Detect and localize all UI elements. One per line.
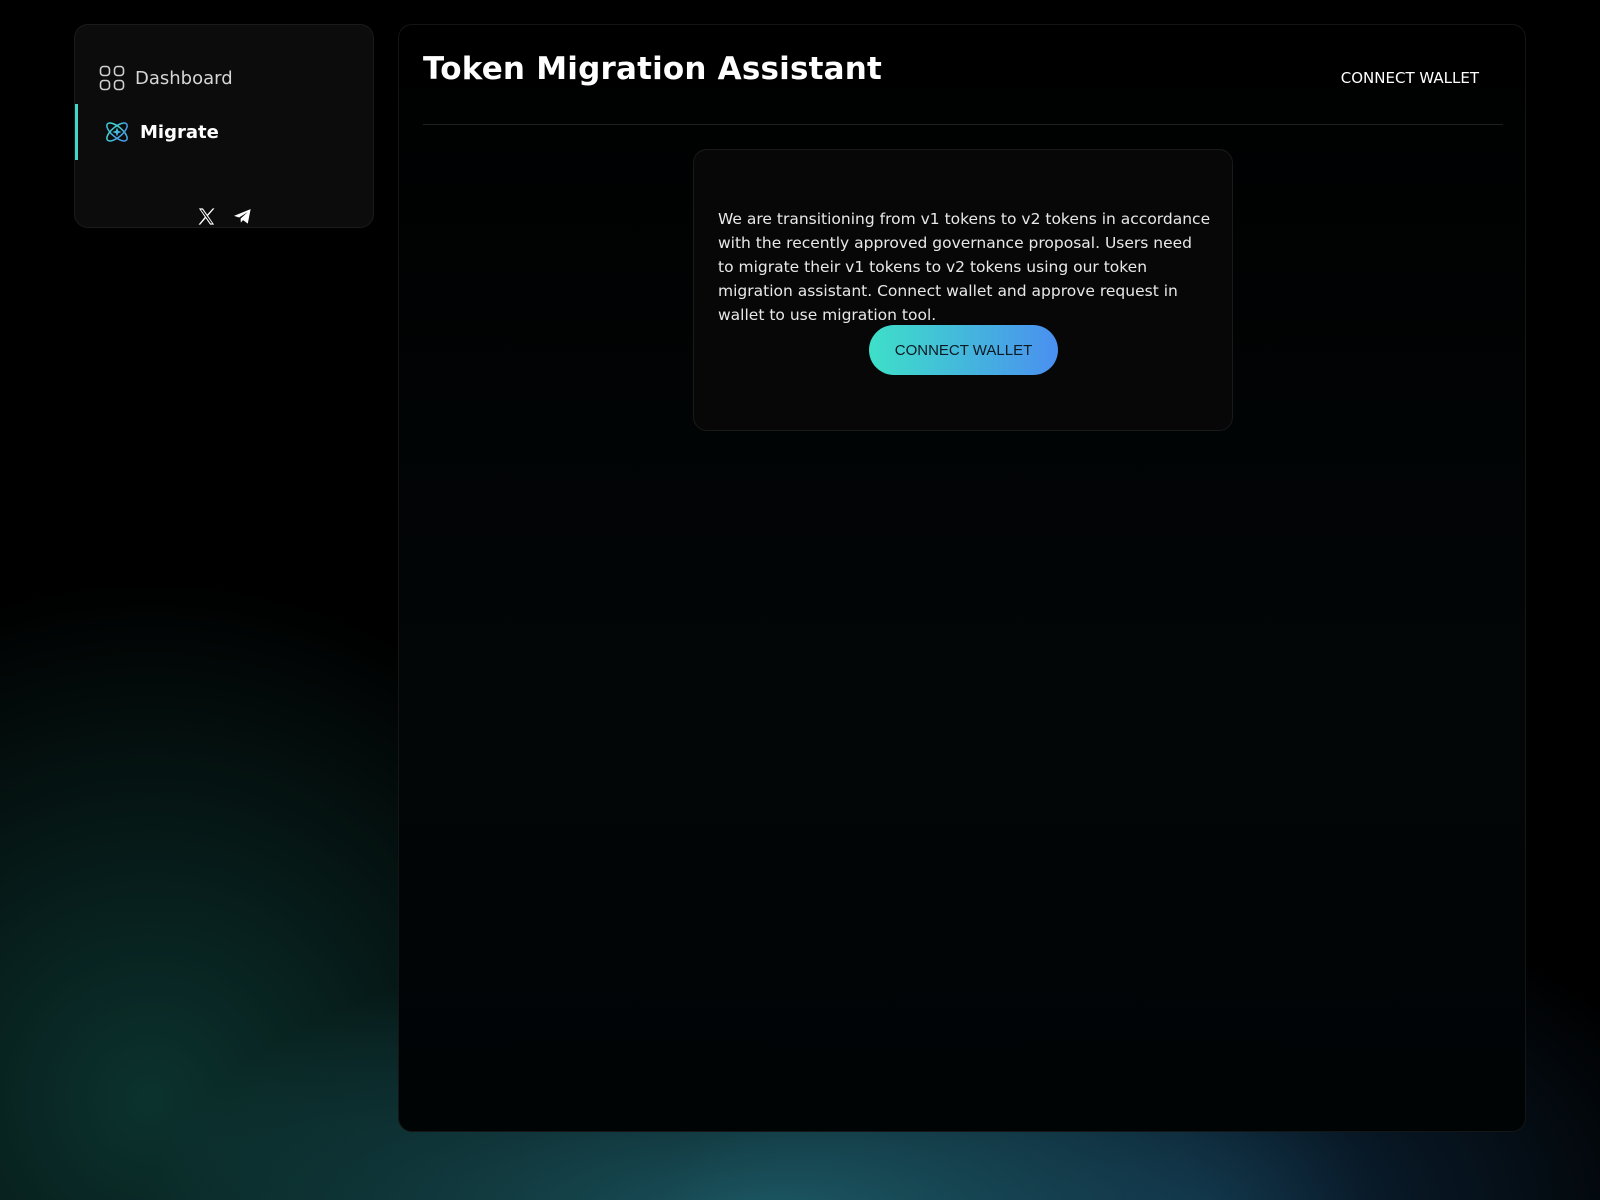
x-twitter-icon[interactable] [195, 205, 217, 227]
migration-description: We are transitioning from v1 tokens to v… [718, 210, 1211, 324]
main-panel: Token Migration Assistant CONNECT WALLET… [398, 24, 1526, 1132]
sidebar-item-label: Migrate [140, 121, 219, 143]
connect-wallet-button[interactable]: CONNECT WALLET [869, 325, 1058, 375]
sidebar: Dashboard Migrate [74, 24, 374, 228]
page-title: Token Migration Assistant [423, 51, 883, 87]
header-divider [423, 124, 1503, 125]
sidebar-item-label: Dashboard [135, 67, 233, 89]
sidebar-item-dashboard[interactable]: Dashboard [75, 50, 373, 106]
telegram-icon[interactable] [231, 205, 253, 227]
grid-icon [97, 63, 127, 93]
migration-card: We are transitioning from v1 tokens to v… [693, 149, 1233, 431]
header-connect-wallet-button[interactable]: CONNECT WALLET [1341, 65, 1479, 91]
social-links [75, 205, 373, 227]
sidebar-item-migrate[interactable]: Migrate [75, 104, 373, 160]
atom-icon [102, 117, 132, 147]
